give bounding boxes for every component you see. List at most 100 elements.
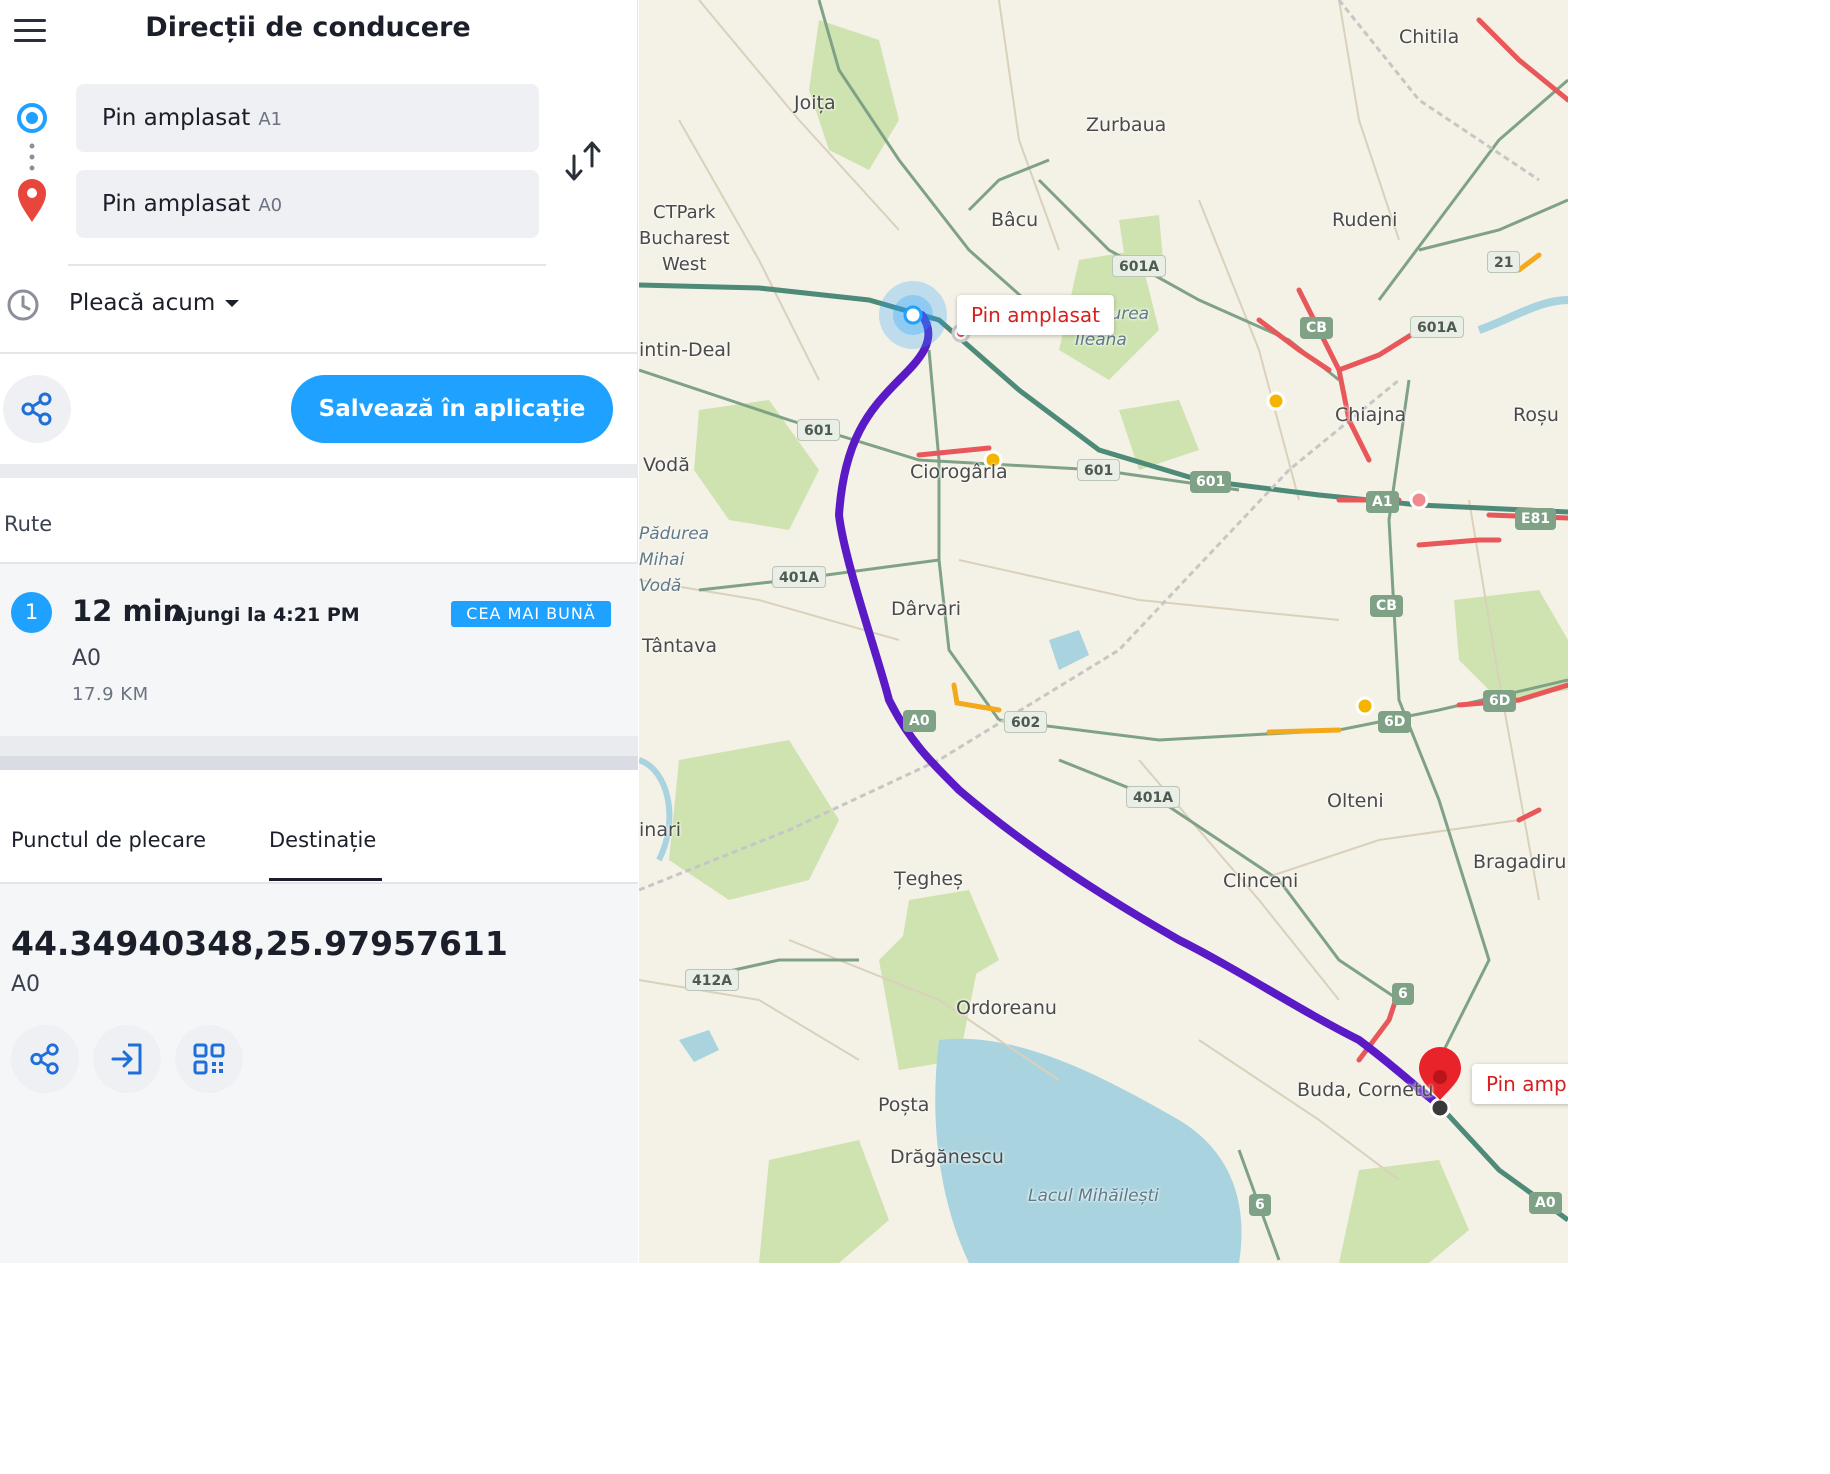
road-shield: 601 (797, 419, 841, 441)
place-label: Dârvari (891, 598, 962, 620)
road-shield: E81 (1515, 508, 1557, 530)
place-label: Poșta (878, 1094, 930, 1116)
place-label: West (662, 254, 707, 275)
share-button[interactable] (3, 375, 71, 443)
selected-tab-indicator (269, 878, 382, 881)
send-to-app-button[interactable] (93, 1025, 161, 1093)
road-shield: 602 (1004, 711, 1048, 733)
road-shield: 601A (1410, 316, 1465, 338)
road-shield: A0 (903, 710, 936, 732)
road-shield: 21 (1487, 251, 1521, 273)
route-option-1[interactable]: 1 12 min Ajungi la 4:21 PM CEA MAI BUNĂ … (0, 564, 638, 736)
route-index-badge: 1 (11, 592, 52, 633)
destination-details: 44.34940348,25.97957611 A0 (0, 884, 638, 1263)
road-shield: A0 (1529, 1192, 1562, 1214)
destination-pin-label[interactable]: Pin amplasat (1472, 1064, 1568, 1104)
place-label: Chitila (1399, 26, 1460, 48)
place-label: Ordoreanu (956, 997, 1057, 1019)
share-location-button[interactable] (11, 1025, 79, 1093)
place-label: Lacul Mihăilești (1028, 1186, 1159, 1206)
best-route-badge: CEA MAI BUNĂ (451, 601, 611, 627)
routes-section-label: Rute (4, 512, 53, 536)
route-dots-icon (29, 143, 35, 171)
save-in-app-button[interactable]: Salvează în aplicație (291, 375, 613, 443)
road-shield: CB (1300, 317, 1333, 339)
place-label: Ciorogârla (910, 461, 1008, 483)
departure-label: Pleacă acum (69, 290, 216, 316)
map-view[interactable]: Chitila Joița Zurbaua Bâcu Rudeni CTPark… (639, 0, 1568, 1263)
directions-panel: Direcții de conducere Pin amplasat A1 Pin… (0, 0, 638, 1263)
origin-circle-icon (17, 103, 47, 133)
origin-pin-label[interactable]: Pin amplasat (957, 295, 1114, 335)
route-road-name: A0 (72, 646, 102, 671)
road-shield: A1 (1366, 491, 1399, 513)
place-label: Țegheș (894, 868, 963, 890)
place-label: Vodă (639, 576, 682, 596)
destination-field[interactable]: Pin amplasat A0 (76, 170, 539, 238)
place-label: Bucharest (639, 228, 730, 249)
place-label: Mihai (639, 550, 685, 570)
chevron-down-icon (225, 300, 240, 307)
panel-header: Direcții de conducere (0, 0, 638, 60)
share-icon (30, 1043, 59, 1075)
place-label: Bragadiru (1473, 851, 1567, 873)
destination-road: A0 (11, 972, 41, 997)
tab-start-point[interactable]: Punctul de plecare (11, 828, 206, 852)
destination-pin-icon (18, 179, 46, 222)
route-endpoints-icons (17, 103, 47, 222)
road-shield: 401A (772, 566, 827, 588)
road-shield: 6D (1378, 711, 1412, 733)
departure-dropdown[interactable]: Pleacă acum (69, 290, 240, 316)
place-label: Tântava (642, 635, 718, 657)
section-separator (0, 464, 638, 478)
divider (68, 264, 546, 266)
map-canvas[interactable] (639, 0, 1568, 1263)
place-label: Vodă (643, 454, 690, 476)
qr-code-icon (193, 1043, 225, 1075)
share-icon (21, 392, 52, 426)
place-label: Rudeni (1332, 209, 1398, 231)
divider (0, 352, 638, 354)
page-title: Direcții de conducere (145, 12, 471, 43)
road-shield: 601 (1190, 471, 1232, 493)
swap-arrows-icon[interactable] (560, 136, 608, 186)
destination-sub: A0 (258, 195, 283, 216)
place-label: Buda, Cornetu (1297, 1079, 1434, 1101)
place-label: Drăgănescu (890, 1146, 1004, 1168)
departure-row: Pleacă acum (0, 282, 638, 328)
road-shield: 6D (1483, 690, 1517, 712)
clock-icon (7, 289, 39, 321)
section-separator (0, 736, 638, 770)
road-shield: CB (1370, 595, 1403, 617)
tab-destination[interactable]: Destinație (269, 828, 376, 852)
road-shield: 601A (1112, 255, 1167, 277)
place-label: Pădurea (639, 524, 710, 544)
place-label: Chiajna (1335, 404, 1407, 426)
origin-sub: A1 (258, 109, 283, 130)
place-label: Clinceni (1223, 870, 1299, 892)
place-label: intin-Deal (639, 339, 732, 361)
place-label: inari (639, 819, 682, 841)
place-label: Joița (794, 92, 836, 114)
road-shield: 412A (685, 969, 740, 991)
origin-label: Pin amplasat (102, 105, 251, 131)
destination-label: Pin amplasat (102, 191, 251, 217)
qr-code-button[interactable] (175, 1025, 243, 1093)
place-label: Roșu (1513, 404, 1559, 426)
place-label: Bâcu (991, 209, 1039, 231)
destination-coordinates: 44.34940348,25.97957611 (11, 924, 508, 963)
route-distance: 17.9 KM (72, 684, 149, 705)
navigate-to-app-icon (111, 1043, 142, 1075)
road-shield: 601 (1077, 459, 1121, 481)
place-label: Zurbaua (1086, 114, 1167, 136)
route-duration: 12 min (72, 594, 184, 628)
place-label: Olteni (1327, 790, 1384, 812)
location-tabs: Punctul de plecare Destinație (0, 770, 638, 884)
road-shield: 6 (1249, 1194, 1271, 1216)
origin-location-marker[interactable] (879, 281, 971, 349)
road-shield: 401A (1126, 786, 1181, 808)
route-arrival-time: Ajungi la 4:21 PM (172, 604, 360, 626)
road-shield: 6 (1392, 983, 1414, 1005)
place-label: CTPark (653, 202, 716, 223)
origin-field[interactable]: Pin amplasat A1 (76, 84, 539, 152)
